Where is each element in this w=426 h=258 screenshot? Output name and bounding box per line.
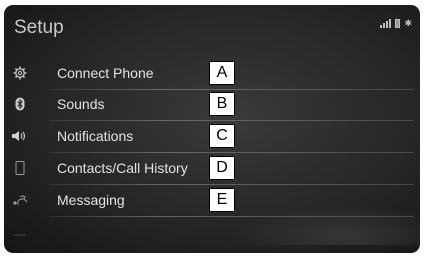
phone-icon[interactable]	[12, 160, 28, 176]
menu-item-label: Contacts/Call History	[57, 160, 188, 176]
menu-item-label: Connect Phone	[57, 65, 154, 81]
row-divider	[49, 120, 414, 121]
callout-label-b: B	[209, 92, 235, 116]
callout-label-a: A	[209, 61, 235, 85]
gear-icon[interactable]	[12, 65, 28, 81]
row-divider	[49, 152, 414, 153]
more-icon[interactable]	[12, 227, 28, 243]
message-icon[interactable]	[12, 192, 28, 208]
speaker-icon[interactable]	[12, 128, 28, 144]
menu-item-label: Messaging	[57, 192, 125, 208]
signal-strength-icon	[380, 19, 392, 28]
page-title: Setup	[14, 17, 64, 38]
bluetooth-status-icon: ✱	[404, 18, 412, 28]
callout-label-c: C	[209, 124, 235, 148]
menu-item-label: Notifications	[57, 128, 134, 144]
menu-item-label: Sounds	[57, 96, 105, 112]
status-bar: ✱	[380, 19, 412, 28]
setup-screen: Setup ✱ Connect Phone Sounds Notificatio…	[4, 5, 420, 253]
row-divider	[49, 216, 414, 217]
battery-icon	[395, 19, 401, 28]
row-divider	[49, 184, 414, 185]
callout-label-e: E	[209, 188, 235, 212]
bluetooth-icon[interactable]	[12, 96, 28, 112]
callout-label-d: D	[209, 156, 235, 180]
